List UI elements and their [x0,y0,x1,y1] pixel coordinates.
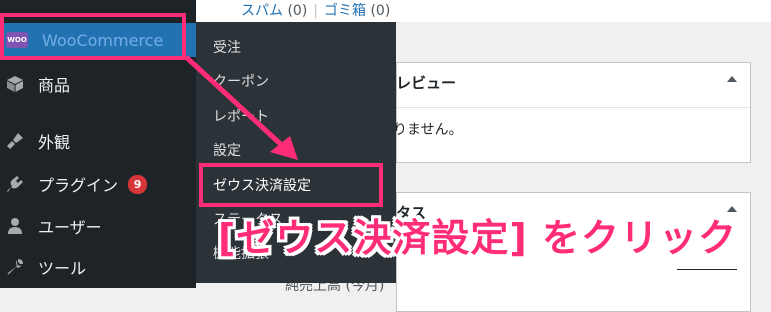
arrow-line [184,55,289,152]
click-instruction-callout: [ゼウス決済設定] をクリック [218,216,737,260]
